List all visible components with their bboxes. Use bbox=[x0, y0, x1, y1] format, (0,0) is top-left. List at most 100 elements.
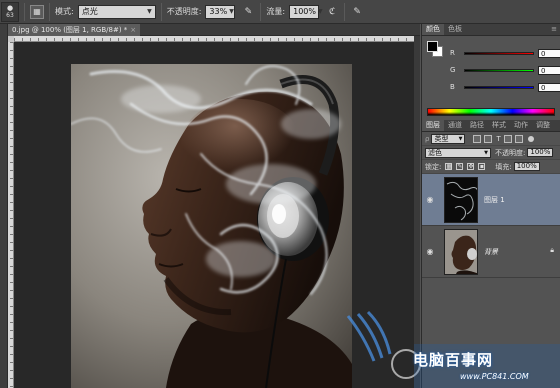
document-tab-bar: 0.jpg @ 100% (图层 1, RGB/8#) * × bbox=[8, 24, 420, 36]
opacity-label: 不透明度: bbox=[166, 7, 202, 16]
layer-row[interactable]: ◉ 背景 🔒︎ bbox=[422, 226, 560, 278]
layer-thumbnail bbox=[444, 176, 478, 223]
lock-all-icon[interactable]: ▪ bbox=[478, 163, 486, 170]
chevron-down-icon: ▼ bbox=[484, 149, 488, 156]
search-icon: ρ bbox=[425, 134, 430, 143]
red-channel-row: R 0 bbox=[450, 48, 560, 58]
chevron-down-icon: ▼ bbox=[229, 8, 234, 15]
lock-label: 锁定: bbox=[425, 162, 442, 171]
opacity-value: 33% bbox=[209, 7, 228, 16]
chevron-down-icon: ▼ bbox=[317, 8, 323, 15]
layers-panel: ρ 类型 ▼ T 滤色 ▼ 不透明度: 100% 锁定: ▦ ✎ ✥ ▪ 填充:… bbox=[422, 132, 560, 278]
brush-size-value: 63 bbox=[6, 12, 14, 19]
fill-value: 100% bbox=[516, 162, 537, 170]
blue-slider[interactable] bbox=[464, 85, 534, 89]
right-panel-dock: 颜色 色板 ≡ R 0 G 0 B 0 图层 通道 路径 样式 动作 调整 ρ … bbox=[421, 24, 560, 388]
color-panel: R 0 G 0 B 0 bbox=[422, 36, 560, 120]
eye-icon[interactable]: ◉ bbox=[424, 195, 436, 204]
flow-input[interactable]: 100% ▼ bbox=[289, 4, 323, 19]
tab-color[interactable]: 颜色 bbox=[422, 24, 444, 35]
mode-select-value: 点光 bbox=[81, 7, 98, 16]
tab-styles[interactable]: 样式 bbox=[488, 120, 510, 131]
lock-pixels-icon[interactable]: ✎ bbox=[456, 163, 464, 170]
layer-filter-row: ρ 类型 ▼ T bbox=[422, 132, 560, 146]
document-tab[interactable]: 0.jpg @ 100% (图层 1, RGB/8#) * × bbox=[8, 24, 141, 36]
layer-opacity-label: 不透明度: bbox=[495, 148, 526, 157]
close-icon[interactable]: × bbox=[130, 26, 136, 34]
smart-object-filter-icon[interactable] bbox=[514, 134, 523, 143]
blend-mode-select[interactable]: 滤色 ▼ bbox=[425, 147, 491, 158]
portrait-thumbnail bbox=[445, 229, 477, 274]
color-panel-tabs: 颜色 色板 ≡ bbox=[422, 24, 560, 36]
shape-filter-icon[interactable] bbox=[503, 134, 512, 143]
mode-select[interactable]: 点光 ▼ bbox=[77, 4, 156, 19]
separator bbox=[49, 2, 50, 21]
document-tab-title: 0.jpg @ 100% (图层 1, RGB/8#) * bbox=[12, 26, 128, 34]
opacity-input[interactable]: 33% ▼ bbox=[205, 4, 236, 19]
smoke-thumbnail bbox=[445, 177, 477, 222]
green-channel-label: G bbox=[450, 66, 456, 74]
layer-thumbnail bbox=[444, 228, 478, 275]
flow-value: 100% bbox=[293, 7, 316, 16]
foreground-color-swatch[interactable] bbox=[427, 41, 438, 52]
pressure-size-icon[interactable]: ✎ bbox=[350, 5, 364, 19]
tab-paths[interactable]: 路径 bbox=[466, 120, 488, 131]
layer-filter-value: 类型 bbox=[434, 134, 449, 143]
green-slider[interactable] bbox=[464, 68, 534, 72]
type-filter-icon[interactable]: T bbox=[496, 135, 500, 143]
blend-mode-value: 滤色 bbox=[428, 148, 442, 157]
filter-toggle-icon[interactable] bbox=[527, 135, 534, 142]
tab-swatches[interactable]: 色板 bbox=[444, 24, 466, 35]
tools-panel bbox=[0, 24, 8, 388]
flow-label: 流量: bbox=[266, 7, 286, 16]
layer-name[interactable]: 背景 bbox=[484, 247, 498, 257]
green-value-input[interactable]: 0 bbox=[538, 65, 560, 75]
watermark-site-name: 电脑百事网 bbox=[413, 351, 494, 369]
layer-row[interactable]: ◉ 图层 1 bbox=[422, 174, 560, 226]
portrait-with-smoke-image bbox=[71, 64, 352, 388]
brush-panel-toggle-icon[interactable]: ▦ bbox=[30, 4, 44, 19]
blue-channel-label: B bbox=[450, 83, 455, 91]
red-slider[interactable] bbox=[464, 51, 534, 55]
blend-row: 滤色 ▼ 不透明度: 100% bbox=[422, 146, 560, 160]
eye-icon[interactable]: ◉ bbox=[424, 247, 436, 256]
lock-position-icon[interactable]: ✥ bbox=[467, 163, 475, 170]
tab-adjustments[interactable]: 调整 bbox=[532, 120, 554, 131]
blue-channel-row: B 0 bbox=[450, 82, 560, 92]
red-channel-label: R bbox=[450, 49, 455, 57]
vertical-scrollbar[interactable] bbox=[414, 36, 420, 388]
separator bbox=[160, 2, 162, 21]
chevron-down-icon: ▼ bbox=[147, 8, 152, 15]
pixel-filter-icon[interactable] bbox=[473, 134, 482, 143]
layers-panel-tabs: 图层 通道 路径 样式 动作 调整 bbox=[422, 120, 560, 132]
canvas-workspace[interactable] bbox=[14, 42, 414, 388]
lock-transparent-icon[interactable]: ▦ bbox=[445, 163, 453, 170]
red-value-input[interactable]: 0 bbox=[538, 48, 560, 58]
tab-layers[interactable]: 图层 bbox=[422, 120, 444, 131]
color-spectrum-ramp[interactable] bbox=[427, 108, 555, 116]
layer-opacity-value: 100% bbox=[530, 148, 551, 156]
layer-name[interactable]: 图层 1 bbox=[484, 195, 505, 205]
tool-preset-picker[interactable]: ● 63 bbox=[1, 1, 19, 22]
layer-filter-select[interactable]: 类型 ▼ bbox=[431, 133, 466, 144]
layer-opacity-input[interactable]: 100% bbox=[527, 148, 554, 157]
chevron-down-icon: ▼ bbox=[458, 135, 463, 142]
separator bbox=[24, 2, 25, 21]
document-image[interactable] bbox=[71, 64, 352, 388]
mode-label: 模式: bbox=[55, 7, 74, 16]
pressure-opacity-icon[interactable]: ✎ bbox=[241, 5, 255, 19]
blue-value-input[interactable]: 0 bbox=[538, 82, 560, 92]
separator bbox=[344, 2, 346, 21]
options-bar: ● 63 ▦ 模式: 点光 ▼ 不透明度: 33% ▼ ✎ 流量: 100% ▼… bbox=[0, 0, 560, 24]
airbrush-icon[interactable]: ℭ bbox=[325, 5, 339, 19]
lock-icon: 🔒︎ bbox=[550, 246, 554, 254]
lock-row: 锁定: ▦ ✎ ✥ ▪ 填充: 100% bbox=[422, 160, 560, 174]
tab-actions[interactable]: 动作 bbox=[510, 120, 532, 131]
panel-menu-icon[interactable]: ≡ bbox=[551, 25, 557, 33]
tab-channels[interactable]: 通道 bbox=[444, 120, 466, 131]
fill-input[interactable]: 100% bbox=[513, 162, 540, 171]
green-channel-row: G 0 bbox=[450, 65, 560, 75]
separator bbox=[260, 2, 262, 21]
adjustment-filter-icon[interactable] bbox=[484, 134, 493, 143]
watermark-url: www.PC841.COM bbox=[460, 372, 529, 381]
